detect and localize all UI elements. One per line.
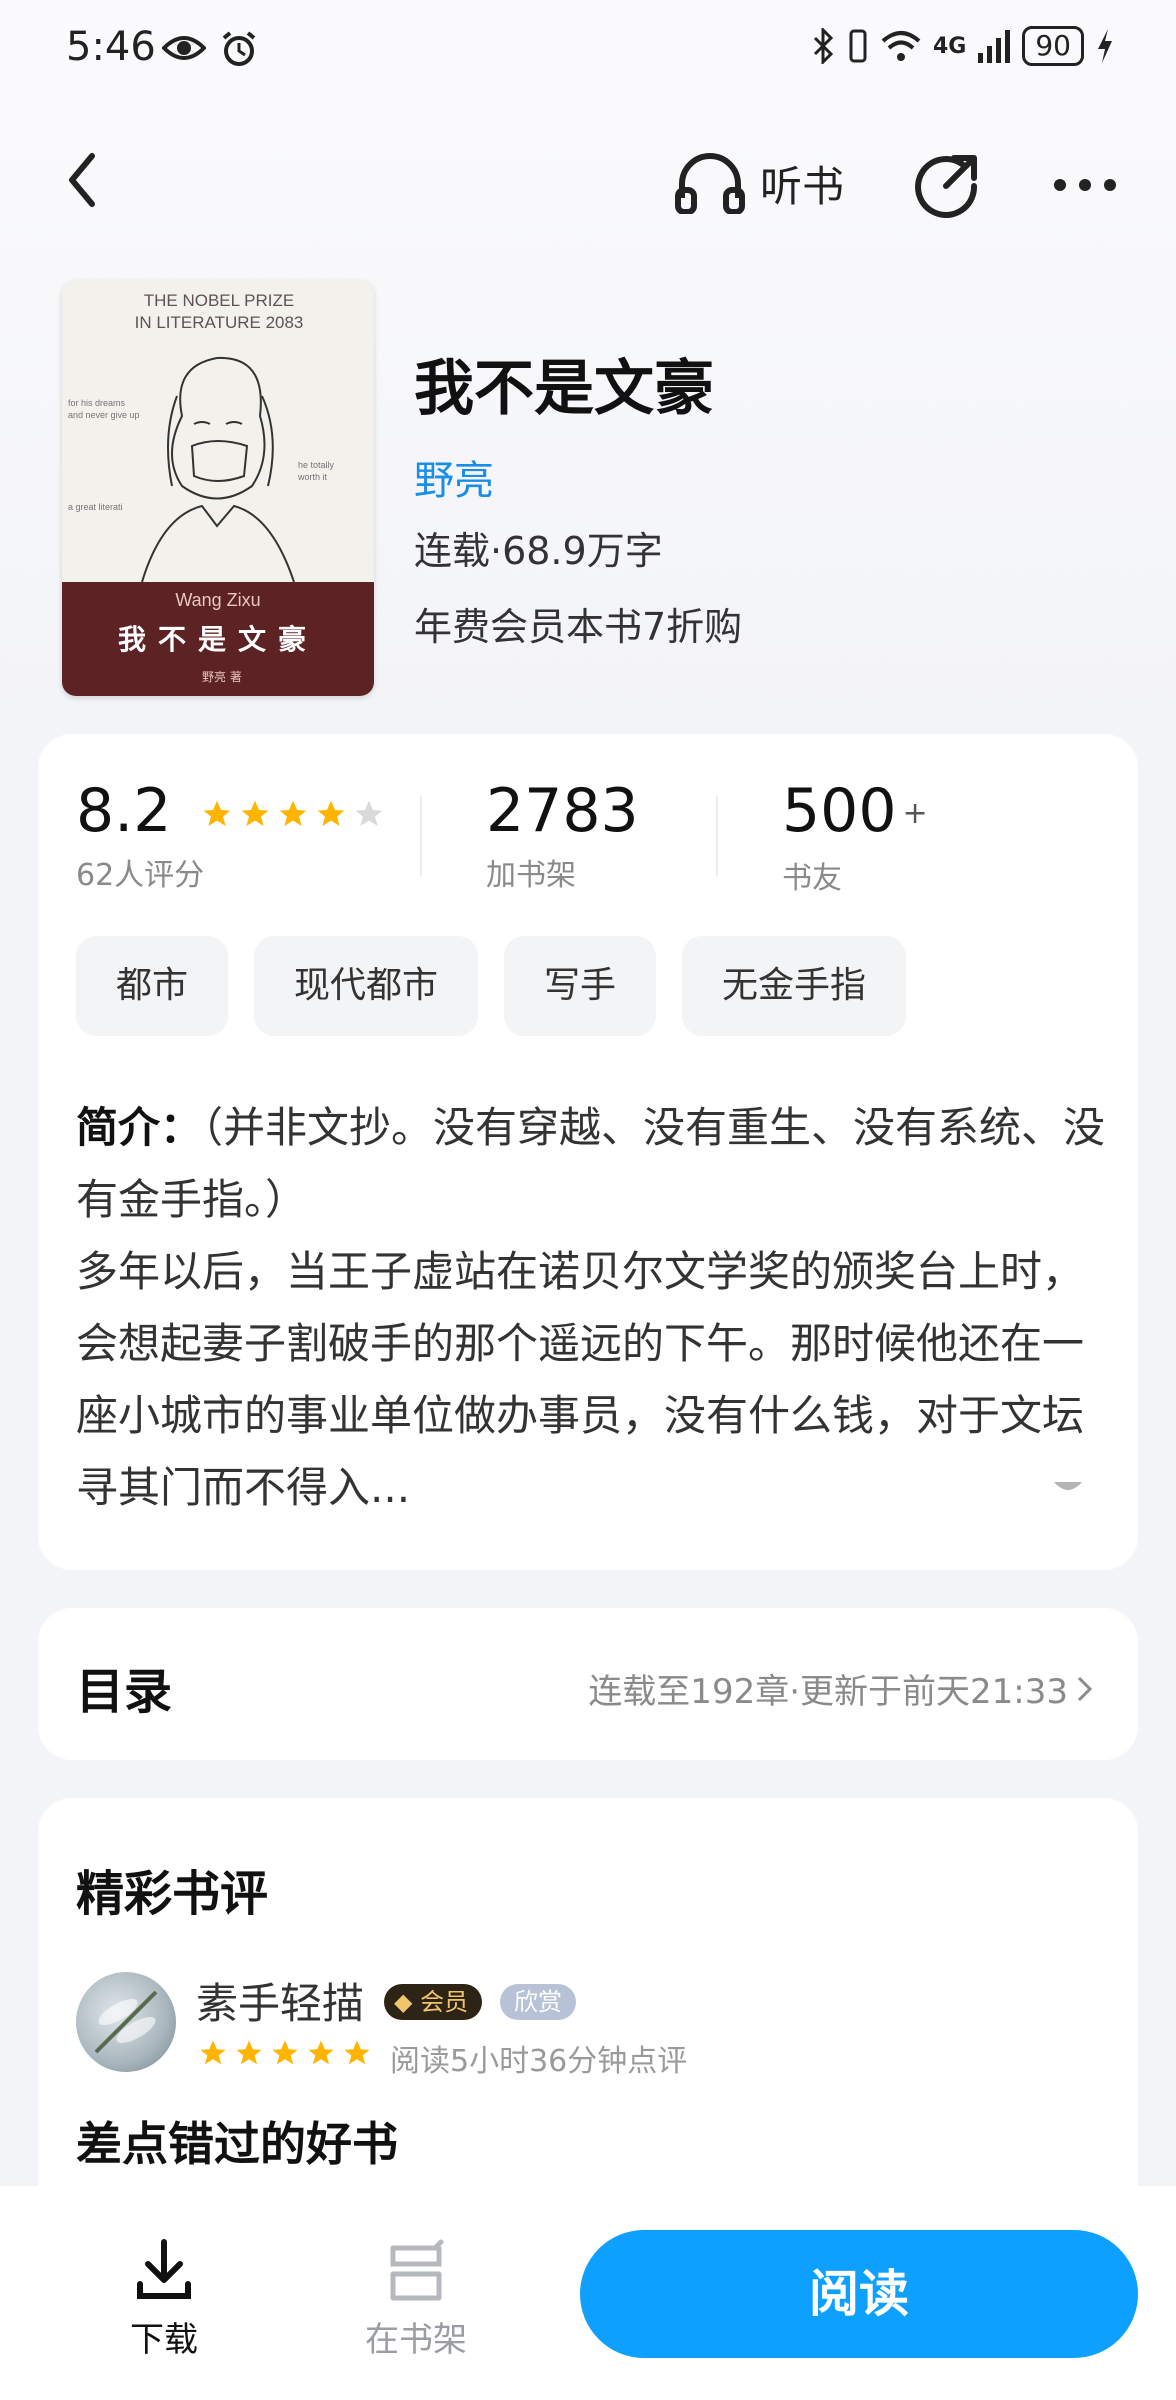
cover-title-cn: 我不是文豪	[117, 623, 318, 656]
review-headline[interactable]: 差点错过的好书	[76, 2108, 398, 2174]
network-label: 4G	[932, 33, 967, 59]
dragonfly-avatar-image	[94, 1990, 158, 2054]
battery-indicator: 90	[1022, 26, 1084, 66]
star-icon	[279, 801, 306, 827]
rating-stat[interactable]: 8.2 62人评分	[76, 776, 385, 894]
toc-info: 连载至192章·更新于前天21:33	[588, 1664, 1094, 1713]
on-shelf-button[interactable]: 在书架	[336, 2238, 496, 2361]
tag-list: 都市 现代都市 写手 无金手指	[76, 936, 907, 1036]
cover-prize-line1: THE NOBEL PRIZE	[143, 291, 295, 310]
signal-icon	[978, 30, 1011, 63]
download-button[interactable]: 下载	[84, 2238, 244, 2361]
shelf-stat: 2783 加书架	[486, 776, 639, 894]
read-button[interactable]: 阅读	[580, 2230, 1138, 2358]
cover-portrait	[141, 356, 295, 582]
book-info-card: 8.2 62人评分 2783 加书架 500 + 书友 都市 现代都市 写手 无金…	[38, 734, 1138, 1570]
rating-label: 62人评分	[76, 858, 205, 893]
shelf-label: 加书架	[486, 858, 576, 893]
star-icon	[272, 2040, 298, 2065]
tag-item[interactable]: 都市	[76, 936, 229, 1036]
avatar[interactable]	[76, 1972, 176, 2072]
tag-item[interactable]: 无金手指	[682, 936, 907, 1036]
vibrate-icon	[849, 29, 867, 63]
star-icon	[317, 801, 344, 827]
star-icon	[200, 2040, 226, 2065]
vip-badge-icon: ◆	[394, 1988, 421, 2016]
stat-divider	[420, 796, 422, 876]
rating-value: 8.2	[76, 776, 172, 846]
listen-button[interactable]: 听书	[674, 152, 844, 214]
rating-stars	[201, 798, 385, 830]
cover-side-text: for his dreams	[68, 398, 126, 408]
toc-update-text: 连载至192章·更新于前天21:33	[588, 1672, 1068, 1712]
headphones-icon	[675, 153, 745, 214]
toc-row[interactable]: 目录 连载至192章·更新于前天21:33	[38, 1608, 1138, 1760]
cover-prize-text: THE NOBEL PRIZE IN LITERATURE 2083	[104, 290, 334, 334]
cover-side-text: a great literati	[68, 502, 123, 512]
like-badge: 欣赏	[500, 1984, 576, 2020]
vip-badge-label: 会员	[420, 1988, 469, 2016]
download-icon	[137, 2239, 191, 2299]
vip-badge: ◆ 会员	[384, 1984, 483, 2020]
star-icon	[203, 801, 230, 827]
on-shelf-label: 在书架	[365, 2320, 467, 2360]
friends-label: 书友	[782, 861, 842, 897]
author-link[interactable]: 野亮	[414, 448, 494, 506]
alarm-icon	[222, 31, 256, 66]
intro-text: 多年以后，当王子虚站在诺贝尔文学奖的颁奖台上时，会想起妻子割破手的那个遥远的下午…	[76, 1247, 1085, 1512]
status-left-icons	[162, 30, 258, 68]
stat-divider	[716, 796, 718, 876]
eye-icon	[162, 36, 206, 60]
book-cover[interactable]: THE NOBEL PRIZE IN LITERATURE 2083 for h…	[62, 280, 374, 696]
book-intro[interactable]: 简介：（并非文抄。没有穿越、没有重生、没有系统、没有金手指。） 多年以后，当王子…	[76, 1092, 1106, 1524]
cover-title-band: Wang Zixu 我不是文豪 野亮 著	[62, 582, 374, 696]
bookshelf-icon	[390, 2239, 444, 2301]
toc-title: 目录	[76, 1664, 173, 1720]
tag-item[interactable]: 写手	[504, 936, 657, 1036]
status-time: 5:46	[66, 24, 156, 70]
cover-author-cn: 野亮 著	[202, 670, 242, 684]
star-icon	[344, 2040, 370, 2065]
bottom-action-bar: 下载 在书架 阅读	[0, 2186, 1176, 2400]
star-icon	[308, 2040, 334, 2065]
reviewer-name[interactable]: 素手轻描	[196, 1970, 364, 2031]
cover-author-en: Wang Zixu	[175, 590, 261, 610]
book-meta: 连载·68.9万字	[414, 529, 663, 573]
download-label: 下载	[130, 2320, 198, 2360]
share-icon[interactable]	[912, 150, 982, 220]
tag-item[interactable]: 现代都市	[254, 936, 479, 1036]
cover-illustration: THE NOBEL PRIZE IN LITERATURE 2083 for h…	[62, 280, 374, 582]
intro-text: （并非文抄。没有穿越、没有重生、没有系统、没有金手指。）	[76, 1103, 1106, 1224]
wifi-icon	[881, 31, 921, 61]
review-meta: 阅读5小时36分钟点评	[390, 2044, 688, 2079]
intro-label: 简介：	[76, 1103, 203, 1152]
listen-label: 听书	[760, 161, 845, 211]
star-icon	[236, 2040, 262, 2065]
star-icon	[241, 801, 268, 827]
cover-prize-line2: IN LITERATURE 2083	[134, 313, 304, 332]
status-right: 4G 90	[813, 26, 1114, 66]
chevron-right-icon	[1077, 1676, 1093, 1701]
star-empty-icon	[355, 801, 382, 827]
expand-triangle-icon[interactable]	[1050, 1476, 1086, 1500]
review-stars	[198, 2038, 372, 2068]
book-title: 我不是文豪	[414, 354, 714, 424]
bluetooth-icon	[813, 28, 834, 64]
reviews-title: 精彩书评	[76, 1866, 269, 1922]
friends-plus: +	[902, 796, 928, 832]
charging-icon	[1098, 29, 1112, 63]
friends-stat[interactable]: 500 + 书友	[782, 776, 928, 897]
shelf-count: 2783	[486, 776, 639, 846]
more-icon[interactable]	[1050, 170, 1120, 200]
friends-count: 500	[782, 776, 897, 846]
back-icon[interactable]	[62, 150, 102, 210]
vip-offer[interactable]: 年费会员本书7折购	[414, 596, 742, 651]
